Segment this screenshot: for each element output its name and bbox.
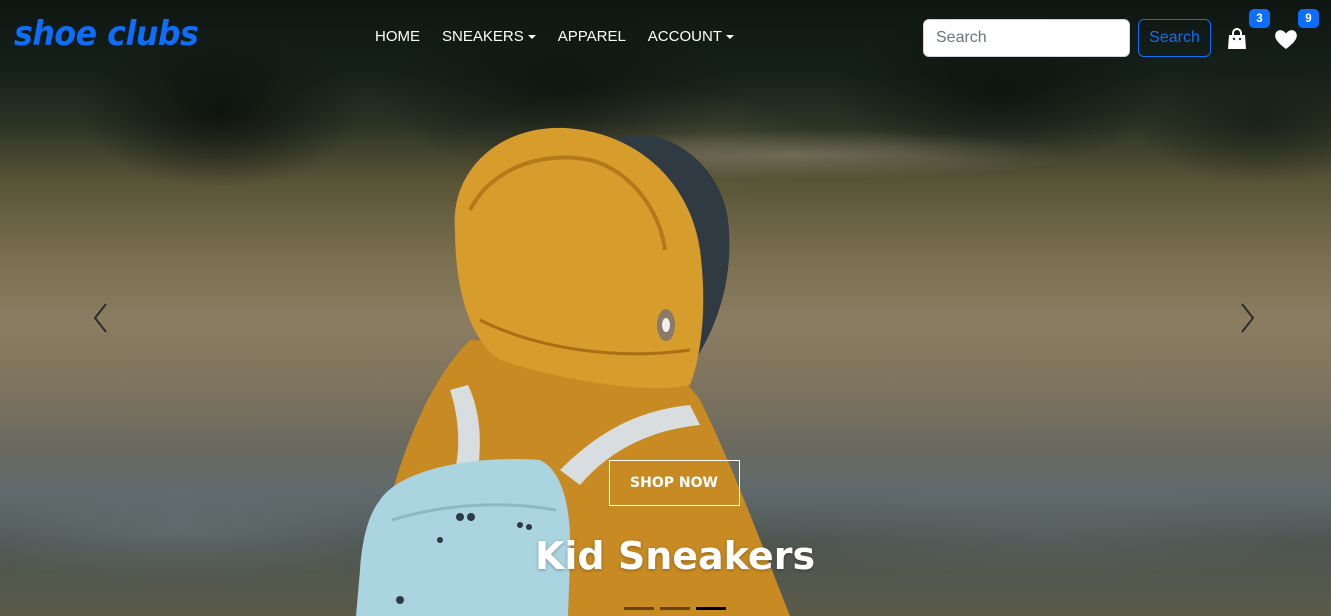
nav-item-apparel[interactable]: APPAREL <box>547 28 637 45</box>
carousel-indicator-3[interactable] <box>696 607 726 610</box>
slide-title: Kid Sneakers <box>534 534 816 578</box>
brand-logo[interactable]: shoe clubs <box>14 14 199 54</box>
search-form: Search <box>923 19 1211 57</box>
carousel-prev-button[interactable] <box>91 302 111 334</box>
slide-caption: SHOP NOW <box>0 460 1331 506</box>
wishlist-count-badge: 9 <box>1298 9 1319 28</box>
heart-icon <box>1275 30 1297 49</box>
search-input[interactable] <box>923 19 1130 57</box>
nav-item-sneakers[interactable]: SNEAKERS <box>431 28 547 45</box>
hero-carousel: shoe clubs HOME SNEAKERS APPAREL ACCOUNT… <box>0 0 1331 616</box>
chevron-right-icon <box>1241 303 1255 333</box>
nav-item-label: SNEAKERS <box>442 28 524 45</box>
shop-now-button[interactable]: SHOP NOW <box>608 460 740 506</box>
carousel-next-button[interactable] <box>1237 302 1257 334</box>
nav-item-label: ACCOUNT <box>647 28 722 45</box>
nav-item-account[interactable]: ACCOUNT <box>637 28 745 45</box>
caret-down-icon <box>527 34 536 39</box>
chevron-left-icon <box>93 303 107 333</box>
carousel-indicator-2[interactable] <box>660 607 690 610</box>
nav-item-home[interactable]: HOME <box>364 28 431 45</box>
top-navbar: shoe clubs HOME SNEAKERS APPAREL ACCOUNT… <box>0 0 1331 76</box>
cart-count-badge: 3 <box>1249 9 1270 28</box>
nav-item-label: APPAREL <box>557 28 626 45</box>
search-button[interactable]: Search <box>1138 19 1211 57</box>
shopping-bag-icon <box>1228 28 1246 49</box>
slide-image <box>0 0 1331 616</box>
wishlist-button[interactable]: 9 <box>1271 9 1319 54</box>
nav-item-label: HOME <box>375 28 420 45</box>
carousel-indicators <box>624 607 726 610</box>
main-nav: HOME SNEAKERS APPAREL ACCOUNT <box>364 28 745 45</box>
caret-down-icon <box>725 34 734 39</box>
cart-button[interactable]: 3 <box>1222 9 1270 54</box>
carousel-indicator-1[interactable] <box>624 607 654 610</box>
